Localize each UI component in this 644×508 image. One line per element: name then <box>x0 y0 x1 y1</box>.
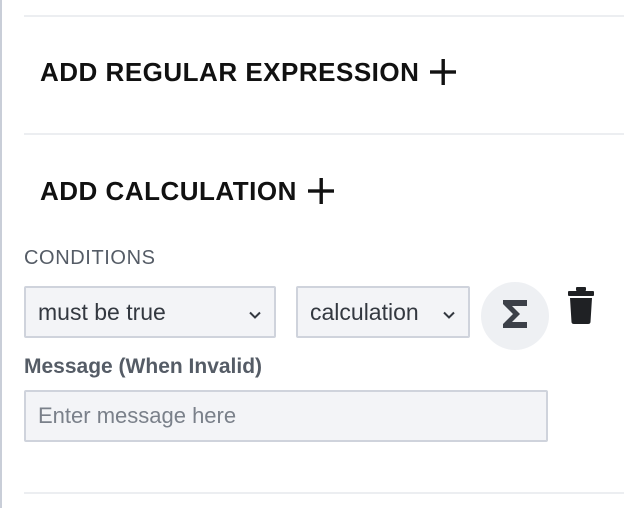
add-regular-expression-label: ADD REGULAR EXPRESSION <box>40 57 420 87</box>
rule-select[interactable]: must be true <box>24 286 276 338</box>
plus-icon <box>429 58 457 86</box>
message-label: Message (When Invalid) <box>24 355 263 378</box>
calculation-type-select[interactable]: calculation <box>296 286 470 338</box>
validation-panel: ADD REGULAR EXPRESSION ADD CALCULATION C… <box>0 0 644 508</box>
divider-middle <box>24 133 624 135</box>
add-calculation-label: ADD CALCULATION <box>40 176 297 206</box>
conditions-label: CONDITIONS <box>24 247 156 269</box>
rule-select-value: must be true <box>38 298 166 325</box>
delete-condition-button[interactable] <box>564 286 598 330</box>
plus-icon <box>307 177 335 205</box>
divider-bottom <box>24 492 624 494</box>
add-calculation-button[interactable]: ADD CALCULATION <box>40 177 335 205</box>
chevron-down-icon <box>248 307 262 319</box>
add-regular-expression-button[interactable]: ADD REGULAR EXPRESSION <box>40 58 457 86</box>
sigma-icon <box>501 298 529 335</box>
divider-top <box>24 15 624 17</box>
sigma-button[interactable] <box>481 282 549 350</box>
trash-icon <box>567 286 595 330</box>
calculation-type-select-value: calculation <box>310 298 419 325</box>
message-input[interactable] <box>24 390 548 442</box>
chevron-down-icon <box>442 307 456 319</box>
